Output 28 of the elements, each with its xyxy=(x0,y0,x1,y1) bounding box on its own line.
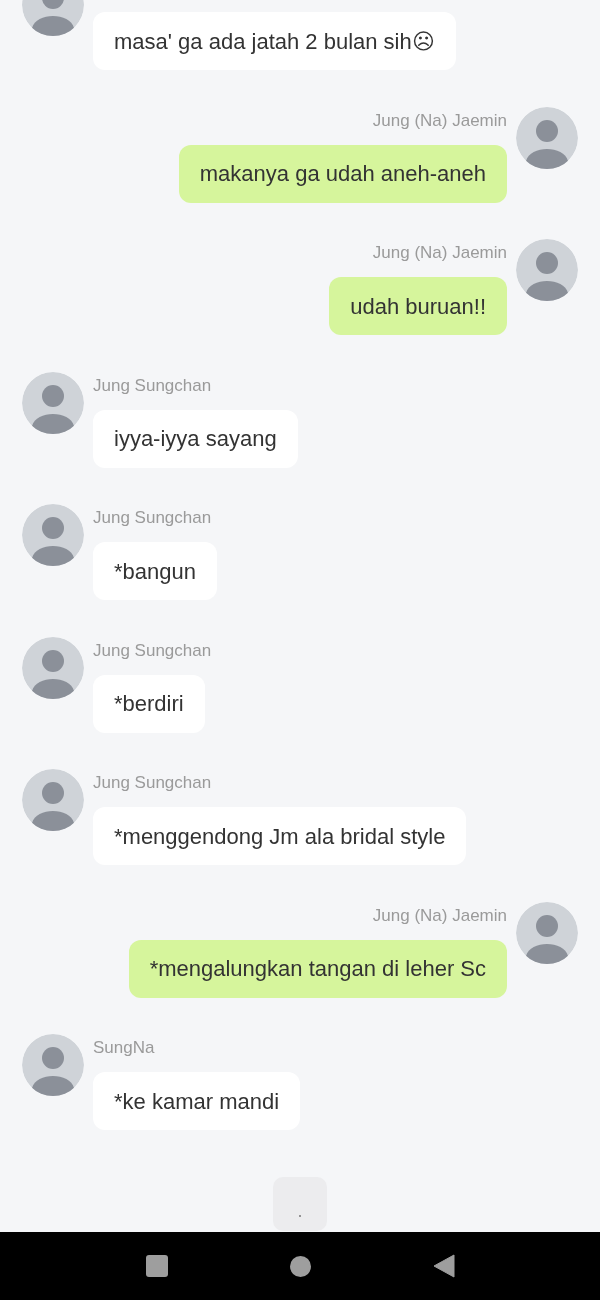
sender-name: SungNa xyxy=(93,1037,155,1059)
avatar xyxy=(22,1034,84,1096)
message-bubble: masa' ga ada jatah 2 bulan sih☹ xyxy=(93,12,456,70)
message-bubble: *ke kamar mandi xyxy=(93,1072,301,1130)
avatar xyxy=(516,106,578,169)
avatar xyxy=(22,371,84,434)
recents-button[interactable] xyxy=(145,1255,168,1277)
sender-name: Jung Sungchan xyxy=(93,374,212,397)
avatar xyxy=(22,769,84,831)
message-bubble: *mengalungkan tangan di leher Sc xyxy=(128,939,507,998)
avatar xyxy=(22,504,84,566)
message-bubble: udah buruan!! xyxy=(329,277,507,335)
message-bubble: *bangun xyxy=(93,542,217,600)
sender-name: Jung Sungchan xyxy=(93,772,212,794)
message-bubble: *menggendong Jm ala bridal style xyxy=(93,807,467,865)
sender-name: Jung Sungchan xyxy=(93,639,212,662)
message-bubble: iyya-iyya sayang xyxy=(93,409,298,468)
sender-name: Jung (Na) Jaemin xyxy=(372,904,507,927)
message-bubble: *berdiri xyxy=(93,674,205,733)
sender-name: Jung Sungchan xyxy=(93,507,212,529)
avatar xyxy=(516,901,578,964)
avatar xyxy=(22,636,84,699)
home-button[interactable] xyxy=(289,1255,311,1277)
sender-name: Jung (Na) Jaemin xyxy=(372,242,507,264)
avatar xyxy=(516,239,578,301)
sender-name: Jung (Na) Jaemin xyxy=(372,109,507,132)
back-icon[interactable] xyxy=(432,1254,455,1278)
message-bubble: makanya ga udah aneh-aneh xyxy=(178,144,507,203)
